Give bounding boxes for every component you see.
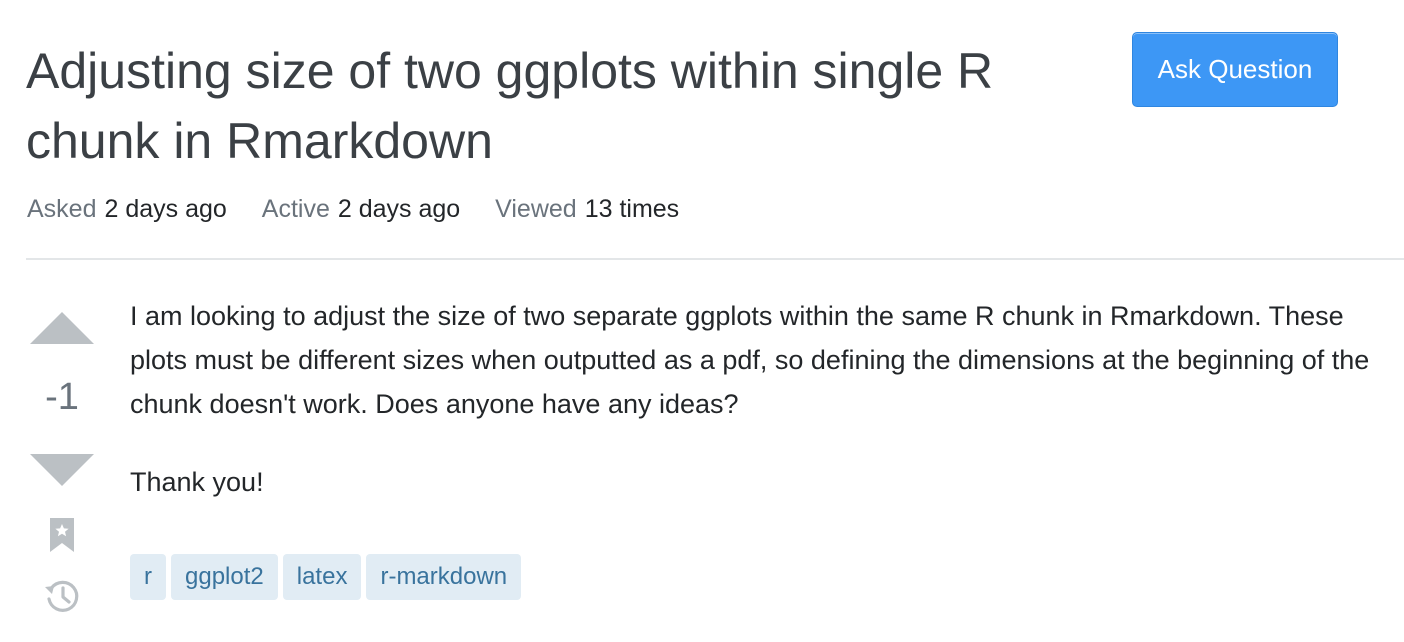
question-title[interactable]: Adjusting size of two ggplots within sin…: [26, 36, 1086, 176]
triangle-down-icon[interactable]: [30, 454, 94, 486]
body-paragraph: Thank you!: [130, 467, 264, 497]
ask-question-button[interactable]: Ask Question: [1132, 32, 1338, 107]
meta-viewed-value: 13 times: [584, 195, 680, 223]
meta-viewed-label: Viewed: [495, 195, 577, 223]
question-meta: Asked 2 days ago Active 2 days ago Viewed 1…: [27, 194, 707, 224]
meta-viewed: Viewed 13 times: [495, 194, 679, 224]
body-paragraph: I am looking to adjust the size of two s…: [130, 301, 1370, 419]
meta-asked-label: Asked: [27, 195, 97, 223]
tag-r[interactable]: r: [130, 554, 166, 600]
tag-list: r ggplot2 latex r-markdown: [130, 554, 522, 600]
vote-count: -1: [45, 376, 79, 418]
bookmark-icon[interactable]: [50, 518, 74, 552]
question-body: I am looking to adjust the size of two s…: [130, 294, 1390, 538]
header-divider: [26, 258, 1404, 260]
question-page: Adjusting size of two ggplots within sin…: [0, 0, 1404, 642]
meta-asked: Asked 2 days ago: [27, 194, 227, 224]
tag-ggplot2[interactable]: ggplot2: [171, 554, 278, 600]
meta-active-label: Active: [261, 195, 330, 223]
meta-active-value[interactable]: 2 days ago: [338, 195, 460, 223]
tag-latex[interactable]: latex: [282, 554, 362, 600]
meta-asked-value[interactable]: 2 days ago: [104, 195, 226, 223]
triangle-up-icon[interactable]: [30, 312, 94, 344]
tag-r-markdown[interactable]: r-markdown: [366, 554, 522, 600]
meta-active: Active 2 days ago: [262, 194, 460, 224]
history-icon[interactable]: [43, 577, 81, 615]
